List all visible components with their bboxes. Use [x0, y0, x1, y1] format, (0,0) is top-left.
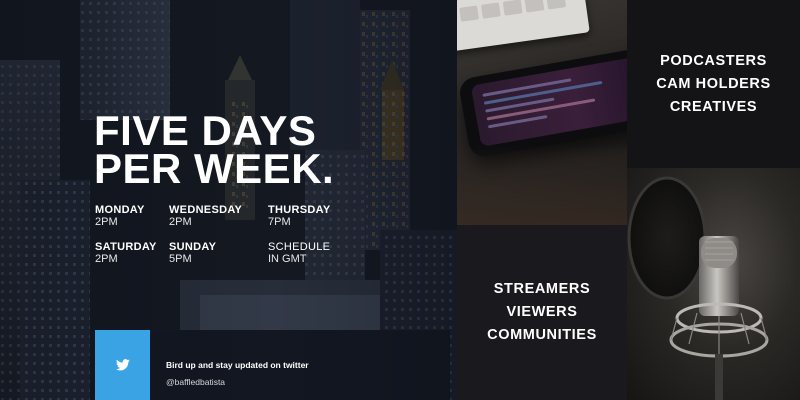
schedule-day: SUNDAY	[169, 241, 217, 253]
audience-label: PODCASTERS	[660, 52, 767, 69]
schedule-time: 2PM	[169, 216, 192, 228]
headline: FIVE DAYS PER WEEK.	[94, 110, 335, 192]
schedule-time: 2PM	[95, 253, 118, 265]
schedule-timezone-note: SCHEDULE IN GMT	[268, 241, 330, 265]
audience-panel-creators: PODCASTERS CAM HOLDERS CREATIVES	[627, 0, 800, 168]
schedule-wednesday: WEDNESDAY 2PM	[169, 204, 242, 228]
schedule-saturday: SATURDAY 2PM	[95, 241, 157, 265]
audience-label: STREAMERS	[493, 281, 591, 297]
dark-overlay	[0, 0, 457, 400]
schedule-day: WEDNESDAY	[169, 204, 243, 216]
audience-label: CAM HOLDERS	[656, 75, 771, 92]
keyboard-image	[457, 0, 590, 52]
audience-label: COMMUNITIES	[487, 327, 597, 343]
twitter-cta-text: Bird up and stay updated on twitter	[166, 360, 309, 370]
audience-label: VIEWERS	[506, 304, 578, 320]
headline-line-2: PER WEEK.	[94, 145, 335, 192]
smartphone-image	[457, 45, 627, 159]
schedule-sunday: SUNDAY 5PM	[169, 241, 216, 265]
audience-label: CREATIVES	[669, 98, 758, 115]
schedule-day: MONDAY	[95, 204, 145, 216]
twitter-bird-icon	[115, 359, 130, 371]
microphone-photo	[627, 168, 800, 400]
schedule-note-line-1: SCHEDULE	[268, 241, 331, 253]
schedule-thursday: THURSDAY 7PM	[268, 204, 331, 228]
schedule-time: 2PM	[95, 216, 118, 228]
audience-panel-streamers: STREAMERS VIEWERS COMMUNITIES	[457, 225, 627, 400]
schedule-monday: MONDAY 2PM	[95, 204, 145, 228]
schedule-day: SATURDAY	[95, 241, 157, 253]
microphone-icon	[627, 176, 769, 400]
schedule-note-line-2: IN GMT	[268, 253, 307, 265]
desk-surface	[457, 145, 627, 225]
banner: FIVE DAYS PER WEEK. MONDAY 2PM WEDNESDAY…	[0, 0, 800, 400]
schedule-time: 7PM	[268, 216, 291, 228]
twitter-button[interactable]	[95, 330, 150, 400]
schedule-time: 5PM	[169, 253, 192, 265]
twitter-handle[interactable]: @baffledbatista	[166, 377, 225, 387]
city-background: FIVE DAYS PER WEEK. MONDAY 2PM WEDNESDAY…	[0, 0, 457, 400]
phone-photo	[457, 0, 627, 225]
schedule-day: THURSDAY	[268, 204, 331, 216]
